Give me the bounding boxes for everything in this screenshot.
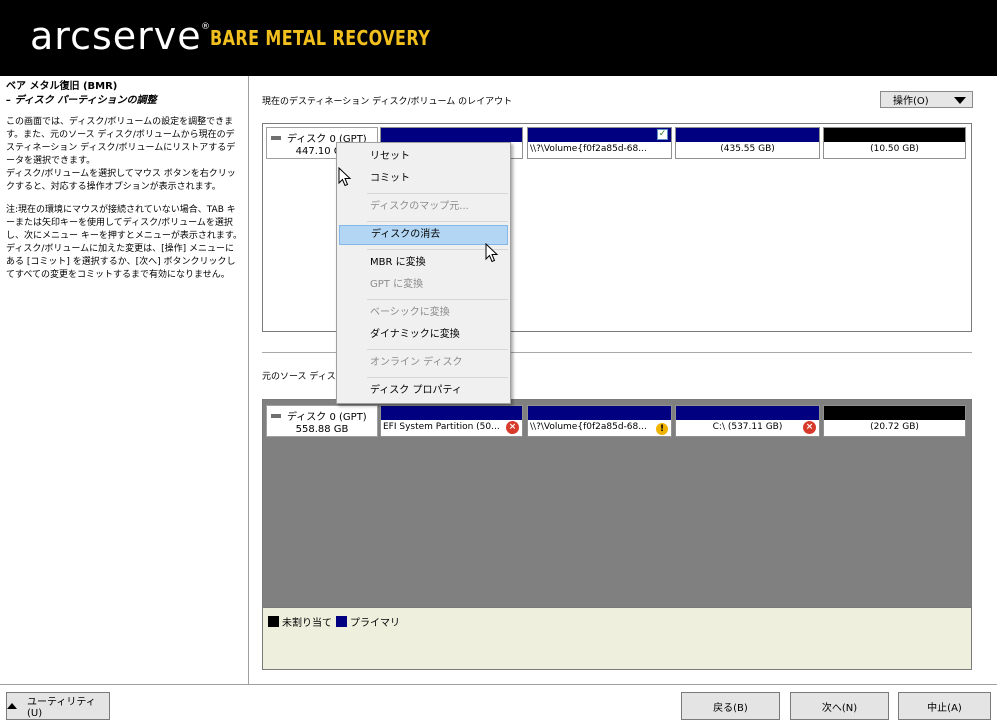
dest-volume-3[interactable]: (435.55 GB) xyxy=(675,127,820,159)
menu-item-map-disk-from[interactable]: ディスクのマップ元... xyxy=(339,197,508,217)
menu-item-commit[interactable]: コミット xyxy=(339,169,508,189)
disk-icon xyxy=(271,135,281,140)
primary-bar xyxy=(676,406,819,420)
operations-button[interactable]: 操作(O) xyxy=(880,91,973,108)
abort-button-label: 中止(A) xyxy=(927,702,962,714)
menu-separator xyxy=(367,349,508,350)
disk-name: ディスク 0 (GPT) xyxy=(287,412,367,423)
disk-context-menu: リセット コミット ディスクのマップ元... ディスクの消去 MBR に変換 G… xyxy=(336,142,511,404)
instruction-paragraph: この画面では、ディスク/ボリュームの設定を調整できます。また、元のソース ディス… xyxy=(6,117,236,166)
primary-bar xyxy=(381,406,522,420)
menu-item-reset[interactable]: リセット xyxy=(339,147,508,167)
source-volume-4[interactable]: (20.72 GB) xyxy=(823,405,966,437)
back-button-label: 戻る(B) xyxy=(713,702,748,714)
abort-button[interactable]: 中止(A) xyxy=(898,692,991,720)
primary-bar xyxy=(381,128,522,142)
page-subtitle: – ディスク パーティションの調整 xyxy=(6,95,157,106)
back-button[interactable]: 戻る(B) xyxy=(681,692,780,720)
menu-item-convert-mbr[interactable]: MBR に変換 xyxy=(339,253,508,273)
volume-label: \\?\Volume{f0f2a85d-68... xyxy=(530,144,647,154)
mouse-cursor-icon xyxy=(338,167,352,187)
next-button-label: 次へ(N) xyxy=(821,702,858,714)
volume-label: (10.50 GB) xyxy=(870,144,919,154)
app-header: arcserve ® BARE METAL RECOVERY xyxy=(0,0,997,76)
dest-volume-4[interactable]: (10.50 GB) xyxy=(823,127,966,159)
note-paragraph: 注:現在の環境にマウスが接続されていない場合、TAB キーまたは矢印キーを使用し… xyxy=(6,205,242,280)
triangle-up-icon xyxy=(7,703,17,709)
legend-unallocated: 未割り当て xyxy=(282,618,332,629)
dest-layout-label: 現在のデスティネーション ディスク/ボリューム のレイアウト xyxy=(262,97,513,107)
page-title: ベア メタル復旧 (BMR) xyxy=(6,81,118,92)
unallocated-swatch xyxy=(268,616,279,627)
menu-item-convert-basic[interactable]: ベーシックに変換 xyxy=(339,303,508,323)
primary-swatch xyxy=(336,616,347,627)
volume-label: (435.55 GB) xyxy=(720,144,775,154)
source-disk-0[interactable]: ディスク 0 (GPT) 558.88 GB xyxy=(266,405,378,437)
menu-separator xyxy=(367,299,508,300)
brand-logo: arcserve xyxy=(30,14,202,58)
dropdown-arrow-icon xyxy=(954,97,966,104)
product-name: BARE METAL RECOVERY xyxy=(210,26,431,50)
warning-icon: ! xyxy=(656,423,668,435)
volume-label: C:\ (537.11 GB) xyxy=(712,422,783,432)
primary-bar xyxy=(528,128,671,142)
source-volume-1[interactable]: EFI System Partition (50... × xyxy=(380,405,523,437)
disk-icon xyxy=(271,413,281,418)
source-volume-2[interactable]: \\?\Volume{f0f2a85d-68... ! xyxy=(527,405,672,437)
instruction-paragraph: ディスク/ボリュームを選択してマウス ボタンを右クリックすると、対応する操作オプ… xyxy=(6,169,236,192)
utility-button[interactable]: ユーティリティ(U) xyxy=(6,692,110,720)
instructions-panel: ベア メタル復旧 (BMR) – ディスク パーティションの調整 この画面では、… xyxy=(0,76,249,684)
checkbox-icon: ✓ xyxy=(657,129,668,140)
error-icon: × xyxy=(803,421,816,434)
disk-size: 558.88 GB xyxy=(295,424,349,435)
operations-button-label: 操作(O) xyxy=(893,96,929,107)
utility-button-label: ユーティリティ(U) xyxy=(27,697,96,719)
menu-item-convert-gpt[interactable]: GPT に変換 xyxy=(339,275,508,295)
primary-bar xyxy=(528,406,671,420)
unallocated-bar xyxy=(824,406,965,420)
menu-separator xyxy=(367,221,508,222)
mouse-cursor-icon xyxy=(485,243,499,263)
dest-volume-2[interactable]: ✓ \\?\Volume{f0f2a85d-68... xyxy=(527,127,672,159)
menu-item-convert-dynamic[interactable]: ダイナミックに変換 xyxy=(339,325,508,345)
next-button[interactable]: 次へ(N) xyxy=(790,692,889,720)
error-icon: × xyxy=(506,421,519,434)
volume-label: \\?\Volume{f0f2a85d-68... xyxy=(530,422,647,432)
menu-separator xyxy=(367,193,508,194)
primary-bar xyxy=(676,128,819,142)
source-volume-3[interactable]: C:\ (537.11 GB) × xyxy=(675,405,820,437)
unallocated-bar xyxy=(824,128,965,142)
menu-item-disk-properties[interactable]: ディスク プロパティ xyxy=(339,381,508,401)
volume-label: EFI System Partition (50... xyxy=(383,422,500,432)
legend-panel: 未割り当て プライマリ xyxy=(262,608,972,670)
menu-item-clean-disk[interactable]: ディスクの消去 xyxy=(339,225,508,245)
menu-separator xyxy=(367,377,508,378)
volume-label: (20.72 GB) xyxy=(870,422,919,432)
source-layout-label: 元のソース ディスク xyxy=(262,372,345,382)
menu-item-online-disk[interactable]: オンライン ディスク xyxy=(339,353,508,373)
registered-mark: ® xyxy=(201,22,210,32)
legend-primary: プライマリ xyxy=(350,618,400,629)
legend: 未割り当て プライマリ xyxy=(268,614,400,629)
